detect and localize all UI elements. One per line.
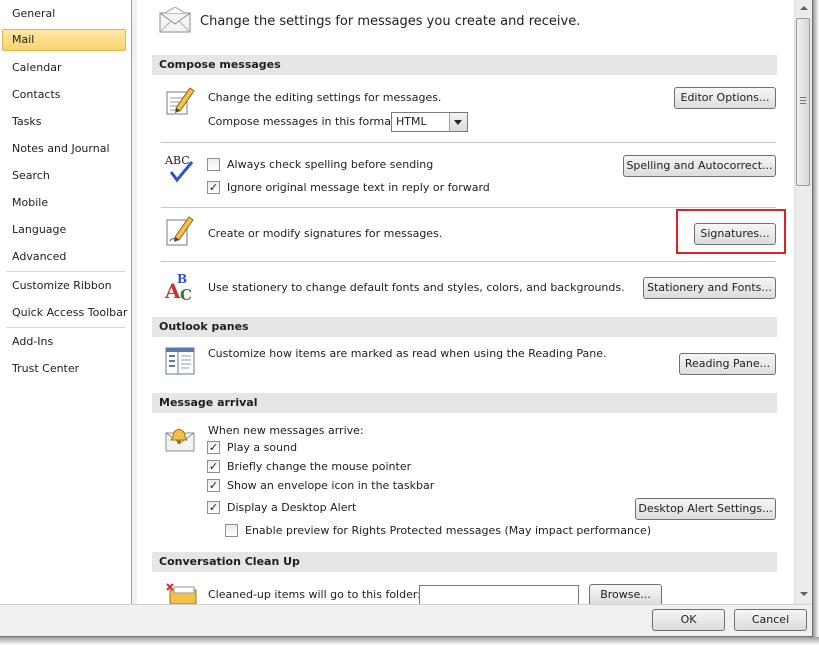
compose-format-select[interactable]: HTML: [391, 112, 468, 132]
sidebar-item-notes-and-journal[interactable]: Notes and Journal: [2, 138, 126, 160]
cleanup-folder-label: Cleaned-up items will go to this folder:: [208, 588, 421, 601]
reading-pane-icon: [165, 347, 195, 375]
window-shadow-right: [813, 0, 819, 645]
desktop-alert-checkbox[interactable]: ✓: [207, 501, 220, 514]
editor-options-button[interactable]: Editor Options...: [674, 87, 776, 109]
sidebar-divider: [6, 271, 126, 272]
sidebar-item-mail[interactable]: Mail: [2, 29, 126, 51]
section-header-message-arrival: Message arrival: [152, 393, 777, 413]
spelling-autocorrect-button[interactable]: Spelling and Autocorrect...: [623, 155, 776, 177]
section-divider: [161, 142, 776, 143]
scrollbar-thumb[interactable]: [796, 18, 810, 186]
message-arrival-bell-icon: [165, 429, 195, 452]
change-mouse-pointer-label: Briefly change the mouse pointer: [227, 460, 412, 473]
spell-icon-text: ABC: [164, 154, 190, 167]
sidebar-item-label: General: [12, 7, 56, 20]
editing-settings-text: Change the editing settings for messages…: [208, 91, 442, 104]
sidebar-item-mobile[interactable]: Mobile: [2, 192, 126, 214]
sidebar-item-calendar[interactable]: Calendar: [2, 57, 126, 79]
section-header-conversation-cleanup: Conversation Clean Up: [152, 552, 777, 572]
ignore-original-text-label: Ignore original message text in reply or…: [227, 181, 490, 194]
sidebar-item-language[interactable]: Language: [2, 219, 126, 241]
sidebar-item-general[interactable]: General: [2, 3, 126, 25]
stationery-icon-c: C: [180, 286, 192, 302]
desktop-alert-settings-button[interactable]: Desktop Alert Settings...: [635, 498, 776, 520]
sidebar-item-label: Trust Center: [12, 362, 80, 375]
sidebar-divider: [6, 327, 126, 328]
sidebar-item-advanced[interactable]: Advanced: [2, 246, 126, 268]
sidebar-item-label: Mobile: [12, 196, 49, 209]
change-mouse-pointer-checkbox[interactable]: ✓: [207, 460, 220, 473]
sidebar-item-trust-center[interactable]: Trust Center: [2, 358, 126, 380]
footer-divider: [0, 604, 812, 605]
always-check-spelling-checkbox[interactable]: [207, 158, 220, 171]
stationery-fonts-button[interactable]: Stationery and Fonts...: [643, 277, 776, 299]
sidebar-item-label: Contacts: [12, 88, 61, 101]
sidebar-item-customize-ribbon[interactable]: Customize Ribbon: [2, 275, 126, 297]
desktop-alert-label: Display a Desktop Alert: [227, 501, 357, 514]
sidebar-item-label: Language: [12, 223, 67, 236]
sidebar-item-label: Add-Ins: [12, 335, 54, 348]
section-header-outlook-panes: Outlook panes: [152, 317, 777, 337]
scroll-down-arrow-icon[interactable]: [795, 586, 812, 603]
cleanup-folder-icon: [166, 583, 197, 604]
when-new-messages-label: When new messages arrive:: [208, 424, 364, 437]
page-title: Change the settings for messages you cre…: [200, 14, 581, 29]
reading-pane-button[interactable]: Reading Pane...: [679, 353, 776, 375]
outlook-options-dialog: General Mail Calendar Contacts Tasks Not…: [0, 0, 813, 637]
rights-protected-preview-label: Enable preview for Rights Protected mess…: [245, 524, 652, 537]
sidebar-item-label: Tasks: [12, 115, 42, 128]
reading-pane-text: Customize how items are marked as read w…: [208, 347, 607, 360]
play-sound-label: Play a sound: [227, 441, 298, 454]
envelope-icon: [159, 7, 191, 33]
section-divider: [161, 261, 776, 262]
content-scrollbar[interactable]: [794, 0, 812, 604]
sidebar-item-add-ins[interactable]: Add-Ins: [2, 331, 126, 353]
section-header-compose: Compose messages: [152, 55, 777, 75]
sidebar-item-quick-access-toolbar[interactable]: Quick Access Toolbar: [2, 302, 128, 324]
compose-format-label: Compose messages in this format:: [208, 115, 399, 128]
sidebar-item-label: Calendar: [12, 61, 62, 74]
sidebar-item-label: Advanced: [12, 250, 67, 263]
envelope-taskbar-label: Show an envelope icon in the taskbar: [227, 479, 435, 492]
sidebar-item-label: Search: [12, 169, 50, 182]
sidebar-item-search[interactable]: Search: [2, 165, 126, 187]
signatures-text: Create or modify signatures for messages…: [208, 227, 443, 240]
section-divider: [161, 207, 776, 208]
options-sidebar: General Mail Calendar Contacts Tasks Not…: [0, 0, 132, 604]
sidebar-item-label: Notes and Journal: [12, 142, 110, 155]
always-check-spelling-label: Always check spelling before sending: [227, 158, 434, 171]
chevron-down-icon[interactable]: [449, 113, 467, 131]
spelling-check-icon: ABC: [164, 154, 194, 183]
signatures-highlight-box: [676, 209, 786, 254]
sidebar-item-label: Customize Ribbon: [12, 279, 112, 292]
editing-settings-icon: [166, 87, 195, 115]
ignore-original-text-checkbox[interactable]: ✓: [207, 181, 220, 194]
stationery-fonts-icon: A B C: [164, 272, 192, 302]
stationery-text: Use stationery to change default fonts a…: [208, 281, 625, 294]
browse-button[interactable]: Browse...: [589, 584, 662, 604]
scrollbar-grip: [800, 103, 806, 104]
window-shadow-bottom: [0, 637, 819, 645]
sidebar-item-tasks[interactable]: Tasks: [2, 111, 126, 133]
envelope-taskbar-checkbox[interactable]: ✓: [207, 479, 220, 492]
sidebar-item-label: Quick Access Toolbar: [12, 306, 128, 319]
scroll-up-arrow-icon[interactable]: [795, 0, 812, 17]
sidebar-item-label: Mail: [12, 33, 35, 46]
mail-options-content: Change the settings for messages you cre…: [137, 0, 794, 604]
scrollbar-grip: [800, 97, 806, 98]
compose-format-value: HTML: [396, 115, 427, 128]
ok-button[interactable]: OK: [652, 609, 725, 631]
cleanup-folder-input[interactable]: [419, 585, 579, 604]
scrollbar-grip: [800, 100, 806, 101]
rights-protected-preview-checkbox[interactable]: [225, 524, 238, 537]
signature-icon: [166, 216, 194, 246]
play-sound-checkbox[interactable]: ✓: [207, 441, 220, 454]
stationery-icon-b: B: [177, 272, 187, 286]
cancel-button[interactable]: Cancel: [734, 609, 807, 631]
sidebar-item-contacts[interactable]: Contacts: [2, 84, 126, 106]
